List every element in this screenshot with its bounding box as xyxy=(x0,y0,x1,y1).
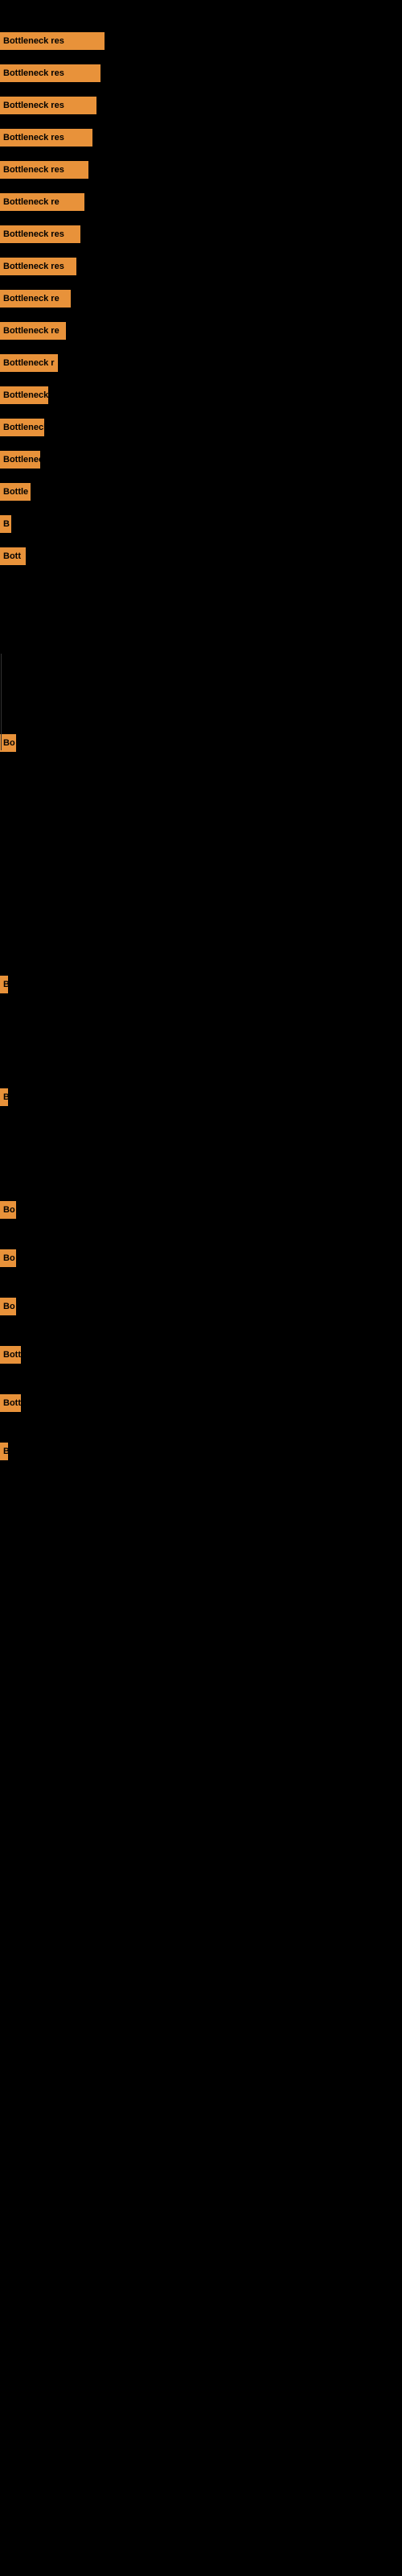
bar-label: Bottleneck xyxy=(0,386,48,404)
bar-label: Bottleneck r xyxy=(0,354,58,372)
bar-label: Bottleneck r xyxy=(0,419,44,436)
bar-item: B xyxy=(0,976,8,993)
bar-item: Bo xyxy=(0,1249,16,1267)
bar-label: Bottleneck res xyxy=(0,32,105,50)
bar-label: Bottleneck res xyxy=(0,97,96,114)
bar-item: Bottleneck xyxy=(0,386,48,404)
bar-label: Bottleneck res xyxy=(0,129,92,147)
bar-item: Bottleneck res xyxy=(0,258,76,275)
bar-item: Bottleneck res xyxy=(0,32,105,50)
bar-label: Bott xyxy=(0,1394,21,1412)
bar-item: Bo xyxy=(0,1201,16,1219)
bar-label: B xyxy=(0,1443,8,1460)
vertical-line xyxy=(1,654,2,750)
bar-item: Bottleneck r xyxy=(0,419,44,436)
bar-item: Bott xyxy=(0,547,26,565)
bar-label: Bo xyxy=(0,1249,16,1267)
bar-item: Bott xyxy=(0,1394,21,1412)
bar-item: Bottleneck res xyxy=(0,129,92,147)
bar-item: Bottleneck res xyxy=(0,161,88,179)
bar-label: Bottleneck re xyxy=(0,322,66,340)
bar-label: B xyxy=(0,1088,8,1106)
bar-label: Bottleneck re xyxy=(0,290,71,308)
bar-label: Bottleneck res xyxy=(0,64,100,82)
bar-label: Bottleneck xyxy=(0,451,40,469)
bar-item: Bottle xyxy=(0,483,31,501)
bar-label: Bo xyxy=(0,1298,16,1315)
bar-label: Bott xyxy=(0,547,26,565)
bar-item: Bottleneck xyxy=(0,451,40,469)
bar-label: Bo xyxy=(0,734,16,752)
bar-item: Bottleneck r xyxy=(0,354,58,372)
bar-label: Bottleneck res xyxy=(0,225,80,243)
bar-item: Bottleneck re xyxy=(0,322,66,340)
bar-label: Bo xyxy=(0,1201,16,1219)
bar-item: Bo xyxy=(0,1298,16,1315)
bar-label: Bottleneck res xyxy=(0,161,88,179)
bar-item: Bottleneck re xyxy=(0,193,84,211)
bar-item: Bottleneck re xyxy=(0,290,71,308)
bar-label: Bott xyxy=(0,1346,21,1364)
bar-label: B xyxy=(0,976,8,993)
bar-label: B xyxy=(0,515,11,533)
bar-item: Bott xyxy=(0,1346,21,1364)
bar-item: Bo xyxy=(0,734,16,752)
bar-item: B xyxy=(0,515,11,533)
bar-label: Bottleneck re xyxy=(0,193,84,211)
bar-item: B xyxy=(0,1088,8,1106)
bar-label: Bottle xyxy=(0,483,31,501)
bar-item: B xyxy=(0,1443,8,1460)
bar-item: Bottleneck res xyxy=(0,97,96,114)
site-title xyxy=(0,0,402,10)
bar-item: Bottleneck res xyxy=(0,225,80,243)
bar-label: Bottleneck res xyxy=(0,258,76,275)
bar-item: Bottleneck res xyxy=(0,64,100,82)
